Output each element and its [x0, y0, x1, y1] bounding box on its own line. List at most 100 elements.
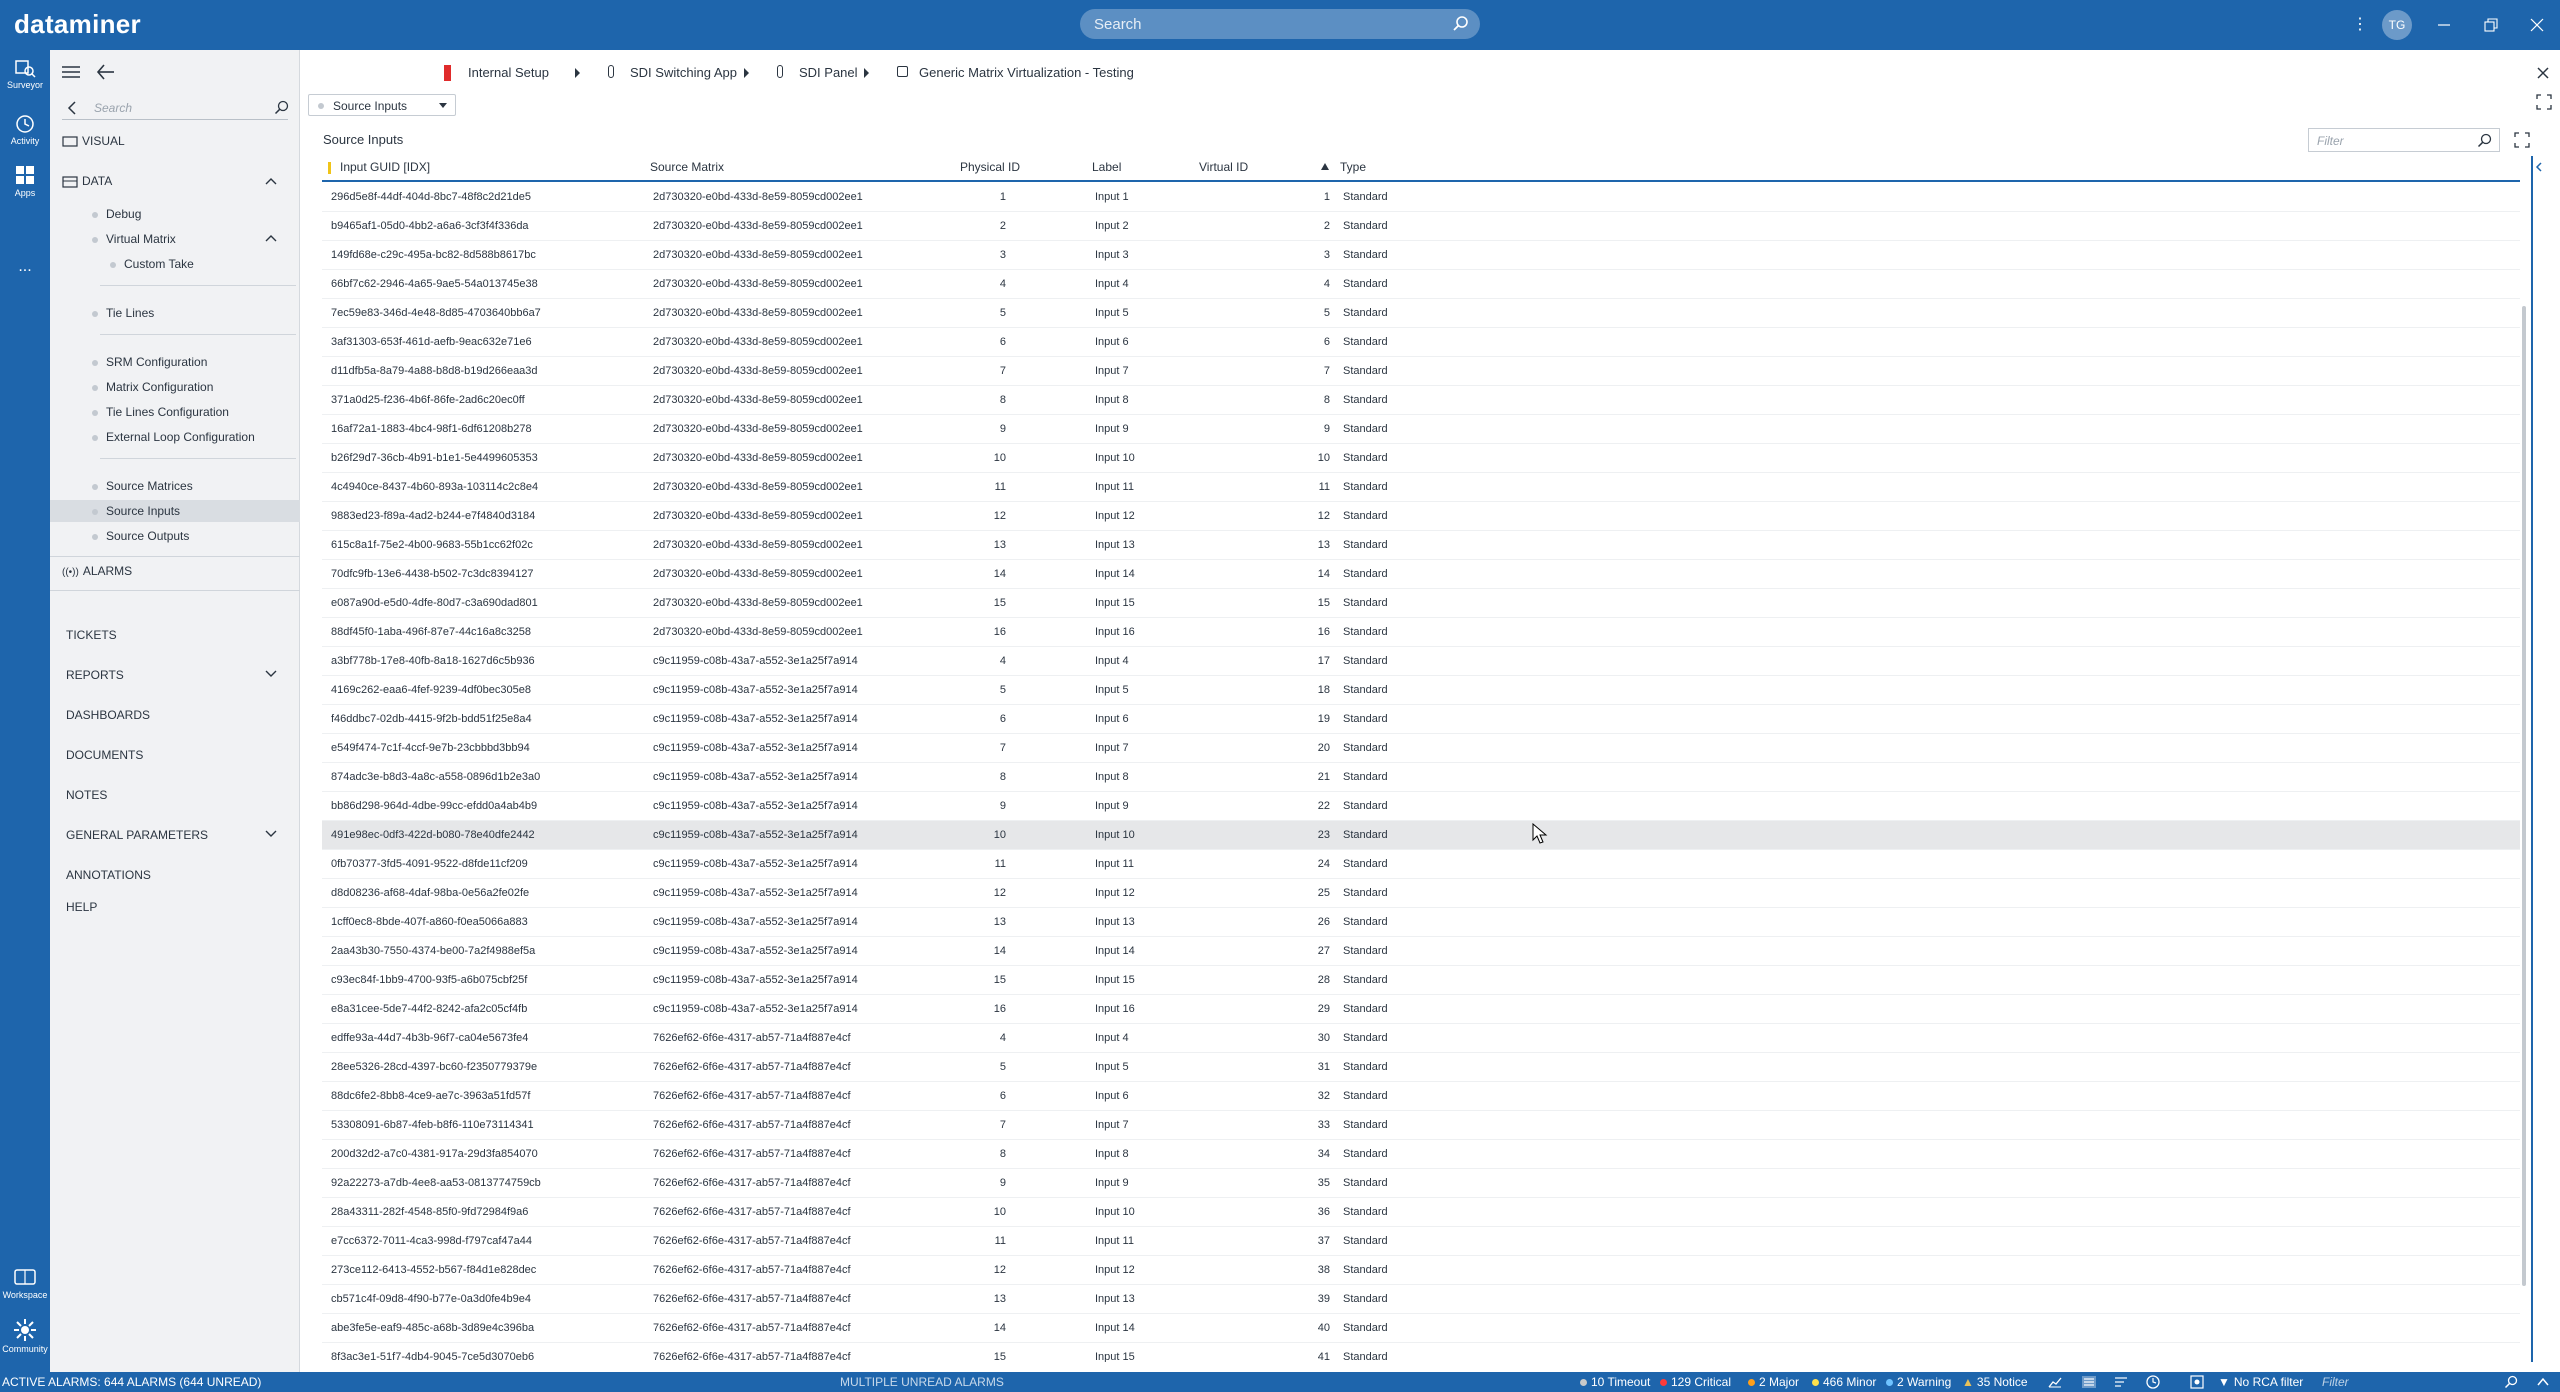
- table-row[interactable]: 7ec59e83-346d-4e48-8d85-4703640bb6a7 2d73…: [322, 299, 2520, 328]
- table-row[interactable]: a3bf778b-17e8-40fb-8a18-1627d6c5b936 c9c1…: [322, 647, 2520, 676]
- nav-virtual-matrix[interactable]: Virtual Matrix: [92, 232, 176, 246]
- nav-visual[interactable]: VISUAL: [62, 134, 125, 148]
- table-row[interactable]: 149fd68e-c29c-495a-bc82-8d588b8617bc 2d73…: [322, 241, 2520, 270]
- nav-custom-take[interactable]: Custom Take: [110, 257, 194, 271]
- nav-debug[interactable]: Debug: [92, 207, 141, 221]
- hamburger-menu-icon[interactable]: [61, 64, 81, 80]
- close-card-icon[interactable]: [2536, 66, 2550, 80]
- table-row[interactable]: 615c8a1f-75e2-4b00-9683-55b1cc62f02c 2d73…: [322, 531, 2520, 560]
- trend-icon[interactable]: [2048, 1376, 2062, 1388]
- nav-tie-lines[interactable]: Tie Lines: [92, 306, 154, 320]
- table-row[interactable]: edffe93a-44d7-4b3b-96f7-ca04e5673fe4 7626…: [322, 1024, 2520, 1053]
- table-row[interactable]: e087a90d-e5d0-4dfe-80d7-c3a690dad801 2d73…: [322, 589, 2520, 618]
- scrollbar-thumb[interactable]: [2522, 306, 2526, 1286]
- active-alarms-count[interactable]: ACTIVE ALARMS: 644 ALARMS (644 UNREAD): [2, 1375, 261, 1389]
- sort-lines-icon[interactable]: [2114, 1376, 2128, 1388]
- warning-count[interactable]: 2 Warning: [1886, 1375, 1951, 1389]
- table-scrollbar[interactable]: [2520, 156, 2528, 1362]
- table-row[interactable]: 491e98ec-0df3-422d-b080-78e40dfe2442 c9c1…: [322, 821, 2520, 850]
- rail-more[interactable]: ...: [0, 258, 50, 276]
- notice-count[interactable]: ▲ 35 Notice: [1962, 1375, 2028, 1389]
- search-icon[interactable]: [2477, 133, 2493, 149]
- nav-source-outputs[interactable]: Source Outputs: [92, 529, 189, 543]
- column-header-input-guid[interactable]: Input GUID [IDX]: [340, 160, 430, 174]
- breadcrumb-sdi-panel[interactable]: SDI Panel: [799, 65, 858, 80]
- chevron-left-icon[interactable]: [2534, 162, 2544, 172]
- table-row[interactable]: 0fb70377-3fd5-4091-9522-d8fde11cf209 c9c1…: [322, 850, 2520, 879]
- table-row[interactable]: d11dfb5a-8a79-4a88-b8d8-b19d266eaa3d 2d73…: [322, 357, 2520, 386]
- nav-alarms[interactable]: ((•)) ALARMS: [62, 564, 132, 578]
- breadcrumb-generic-matrix[interactable]: Generic Matrix Virtualization - Testing: [919, 65, 1134, 80]
- table-row[interactable]: 9883ed23-f89a-4ad2-b244-e7f4840d3184 2d73…: [322, 502, 2520, 531]
- table-row[interactable]: 66bf7c62-2946-4a65-9ae5-54a013745e38 2d73…: [322, 270, 2520, 299]
- table-row[interactable]: 4c4940ce-8437-4b60-893a-103114c2c8e4 2d73…: [322, 473, 2520, 502]
- table-row[interactable]: b26f29d7-36cb-4b91-b1e1-5e4499605353 2d73…: [322, 444, 2520, 473]
- nav-general-parameters[interactable]: GENERAL PARAMETERS: [66, 828, 208, 842]
- avatar[interactable]: TG: [2382, 10, 2412, 40]
- table-row[interactable]: f46ddbc7-02db-4415-9f2b-bdd51f25e8a4 c9c1…: [322, 705, 2520, 734]
- column-header-label[interactable]: Label: [1092, 160, 1121, 174]
- nav-data[interactable]: DATA: [62, 174, 112, 188]
- nav-documents[interactable]: DOCUMENTS: [66, 748, 143, 762]
- chevron-left-icon[interactable]: [66, 101, 78, 115]
- overflow-menu-icon[interactable]: ⋮: [2352, 15, 2368, 35]
- rail-surveyor[interactable]: Surveyor: [0, 58, 50, 90]
- table-row[interactable]: e7cc6372-7011-4ca3-998d-f797caf47a44 7626…: [322, 1227, 2520, 1256]
- table-row[interactable]: e8a31cee-5de7-44f2-8242-afa2c05cf4fb c9c1…: [322, 995, 2520, 1024]
- rail-apps[interactable]: Apps: [0, 164, 50, 198]
- restore-icon[interactable]: [2484, 18, 2498, 32]
- timeout-count[interactable]: 10 Timeout: [1580, 1375, 1650, 1389]
- chevron-down-icon[interactable]: [264, 667, 278, 681]
- table-row[interactable]: abe3fe5e-eaf9-485c-a68b-3d89e4c396ba 7626…: [322, 1314, 2520, 1343]
- nav-tie-lines-configuration[interactable]: Tie Lines Configuration: [92, 405, 229, 419]
- table-row[interactable]: e549f474-7c1f-4ccf-9e7b-23cbbbd3bb94 c9c1…: [322, 734, 2520, 763]
- nav-search[interactable]: Search: [62, 96, 289, 122]
- chevron-up-icon[interactable]: [264, 174, 278, 188]
- search-icon[interactable]: [1452, 15, 1470, 33]
- table-row[interactable]: 92a22273-a7db-4ee8-aa53-0813774759cb 7626…: [322, 1169, 2520, 1198]
- focus-target-icon[interactable]: [2190, 1375, 2204, 1389]
- table-row[interactable]: 88df45f0-1aba-496f-87e7-44c16a8c3258 2d73…: [322, 618, 2520, 647]
- critical-count[interactable]: 129 Critical: [1660, 1375, 1731, 1389]
- table-row[interactable]: 200d32d2-a7c0-4381-917a-29d3fa854070 7626…: [322, 1140, 2520, 1169]
- table-filter-input[interactable]: Filter: [2308, 128, 2500, 152]
- table-row[interactable]: b9465af1-05d0-4bb2-a6a6-3cf3f4f336da 2d73…: [322, 212, 2520, 241]
- table-row[interactable]: 371a0d25-f236-4b6f-86fe-2ad6c20ec0ff 2d73…: [322, 386, 2520, 415]
- expand-table-icon[interactable]: [2514, 132, 2530, 148]
- fullscreen-icon[interactable]: [2536, 94, 2552, 110]
- nav-reports[interactable]: REPORTS: [66, 668, 124, 682]
- major-count[interactable]: 2 Major: [1748, 1375, 1799, 1389]
- rail-workspace[interactable]: Workspace: [0, 1268, 50, 1300]
- search-icon[interactable]: [2504, 1375, 2518, 1389]
- table-row[interactable]: 1cff0ec8-8bde-407f-a860-f0ea5066a883 c9c1…: [322, 908, 2520, 937]
- table-row[interactable]: 296d5e8f-44df-404d-8bc7-48f8c2d21de5 2d73…: [322, 183, 2520, 212]
- nav-dashboards[interactable]: DASHBOARDS: [66, 708, 150, 722]
- rail-community[interactable]: Community: [0, 1318, 50, 1354]
- table-row[interactable]: bb86d298-964d-4dbe-99cc-efdd0a4ab4b9 c9c1…: [322, 792, 2520, 821]
- chevron-down-icon[interactable]: [264, 827, 278, 841]
- table-row[interactable]: 4169c262-eaa6-4fef-9239-4df0bec305e8 c9c1…: [322, 676, 2520, 705]
- nav-source-matrices[interactable]: Source Matrices: [92, 479, 193, 493]
- minimize-icon[interactable]: [2437, 18, 2451, 32]
- breadcrumb-internal-setup[interactable]: Internal Setup: [468, 65, 549, 80]
- column-header-physical-id[interactable]: Physical ID: [960, 160, 1020, 174]
- table-row[interactable]: 53308091-6b87-4feb-b8f6-110e73114341 7626…: [322, 1111, 2520, 1140]
- table-row[interactable]: 874adc3e-b8d3-4a8c-a558-0896d1b2e3a0 c9c1…: [322, 763, 2520, 792]
- nav-source-inputs[interactable]: Source Inputs: [92, 504, 180, 518]
- nav-tickets[interactable]: TICKETS: [66, 628, 117, 642]
- table-row[interactable]: 3af31303-653f-461d-aefb-9eac632e71e6 2d73…: [322, 328, 2520, 357]
- nav-help[interactable]: HELP: [66, 900, 97, 914]
- chevron-up-icon[interactable]: [2536, 1375, 2550, 1389]
- column-header-type[interactable]: Type: [1340, 160, 1366, 174]
- minor-count[interactable]: 466 Minor: [1812, 1375, 1876, 1389]
- nav-annotations[interactable]: ANNOTATIONS: [66, 868, 151, 882]
- nav-notes[interactable]: NOTES: [66, 788, 107, 802]
- list-view-icon[interactable]: [2082, 1376, 2096, 1388]
- history-clock-icon[interactable]: [2146, 1375, 2160, 1389]
- table-row[interactable]: c93ec84f-1bb9-4700-93f5-a6b075cbf25f c9c1…: [322, 966, 2520, 995]
- page-selector[interactable]: Source Inputs: [308, 94, 456, 116]
- breadcrumb-sdi-switching-app[interactable]: SDI Switching App: [630, 65, 737, 80]
- nav-srm-configuration[interactable]: SRM Configuration: [92, 355, 207, 369]
- table-row[interactable]: 273ce112-6413-4552-b567-f84d1e828dec 7626…: [322, 1256, 2520, 1285]
- table-row[interactable]: 8f3ac3e1-51f7-4db4-9045-7ce5d3070eb6 7626…: [322, 1343, 2520, 1362]
